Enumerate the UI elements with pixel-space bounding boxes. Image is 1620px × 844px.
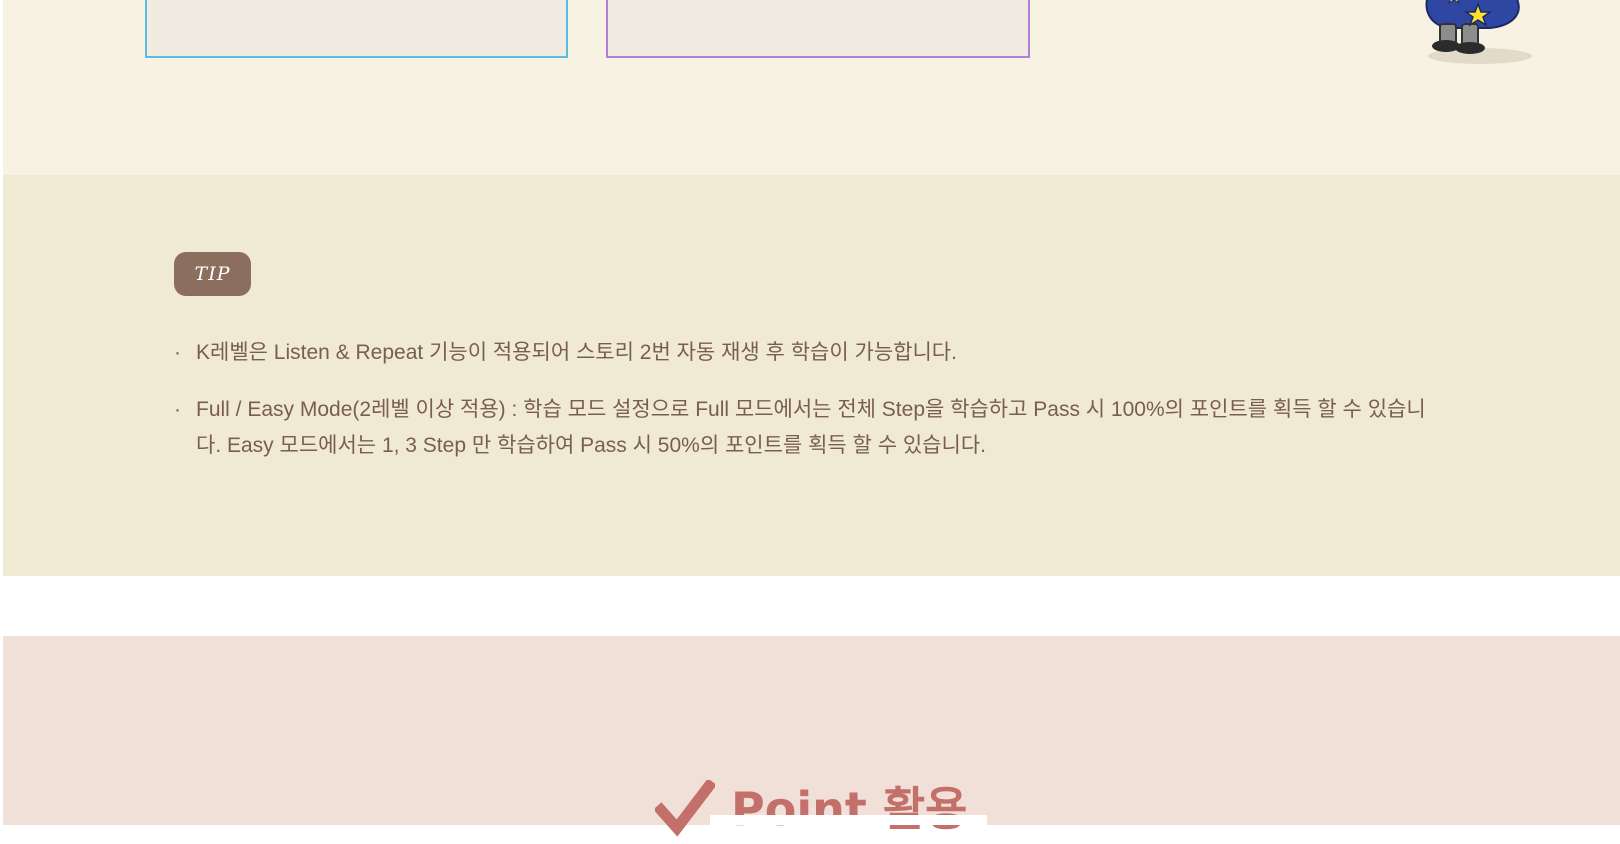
check-mark-icon	[655, 780, 715, 837]
bullet-dot: ·	[174, 398, 181, 421]
mascot-character-icon	[1425, 0, 1532, 64]
top-section	[3, 0, 1620, 175]
bullet-dot: ·	[174, 341, 181, 364]
tip-badge: TIP	[174, 252, 251, 296]
point-heading: Point 활용	[655, 774, 967, 844]
preview-card-purple	[606, 0, 1030, 58]
tip-section: TIP · K레벨은 Listen & Repeat 기능이 적용되어 스토리 …	[3, 175, 1620, 576]
point-title: Point 활용	[731, 782, 968, 836]
section-divider	[0, 576, 1620, 636]
tip-item-text: Full / Easy Mode(2레벨 이상 적용) : 학습 모드 설정으로…	[196, 398, 1426, 457]
preview-card-blue	[145, 0, 568, 58]
tip-item: · K레벨은 Listen & Repeat 기능이 적용되어 스토리 2번 자…	[174, 335, 1434, 371]
point-section: Point 활용	[3, 636, 1620, 837]
tip-list: · K레벨은 Listen & Repeat 기능이 적용되어 스토리 2번 자…	[174, 335, 1434, 485]
tip-item-text: K레벨은 Listen & Repeat 기능이 적용되어 스토리 2번 자동 …	[196, 341, 957, 364]
content-panel-edge	[710, 815, 987, 825]
tip-item: · Full / Easy Mode(2레벨 이상 적용) : 학습 모드 설정…	[174, 392, 1434, 464]
